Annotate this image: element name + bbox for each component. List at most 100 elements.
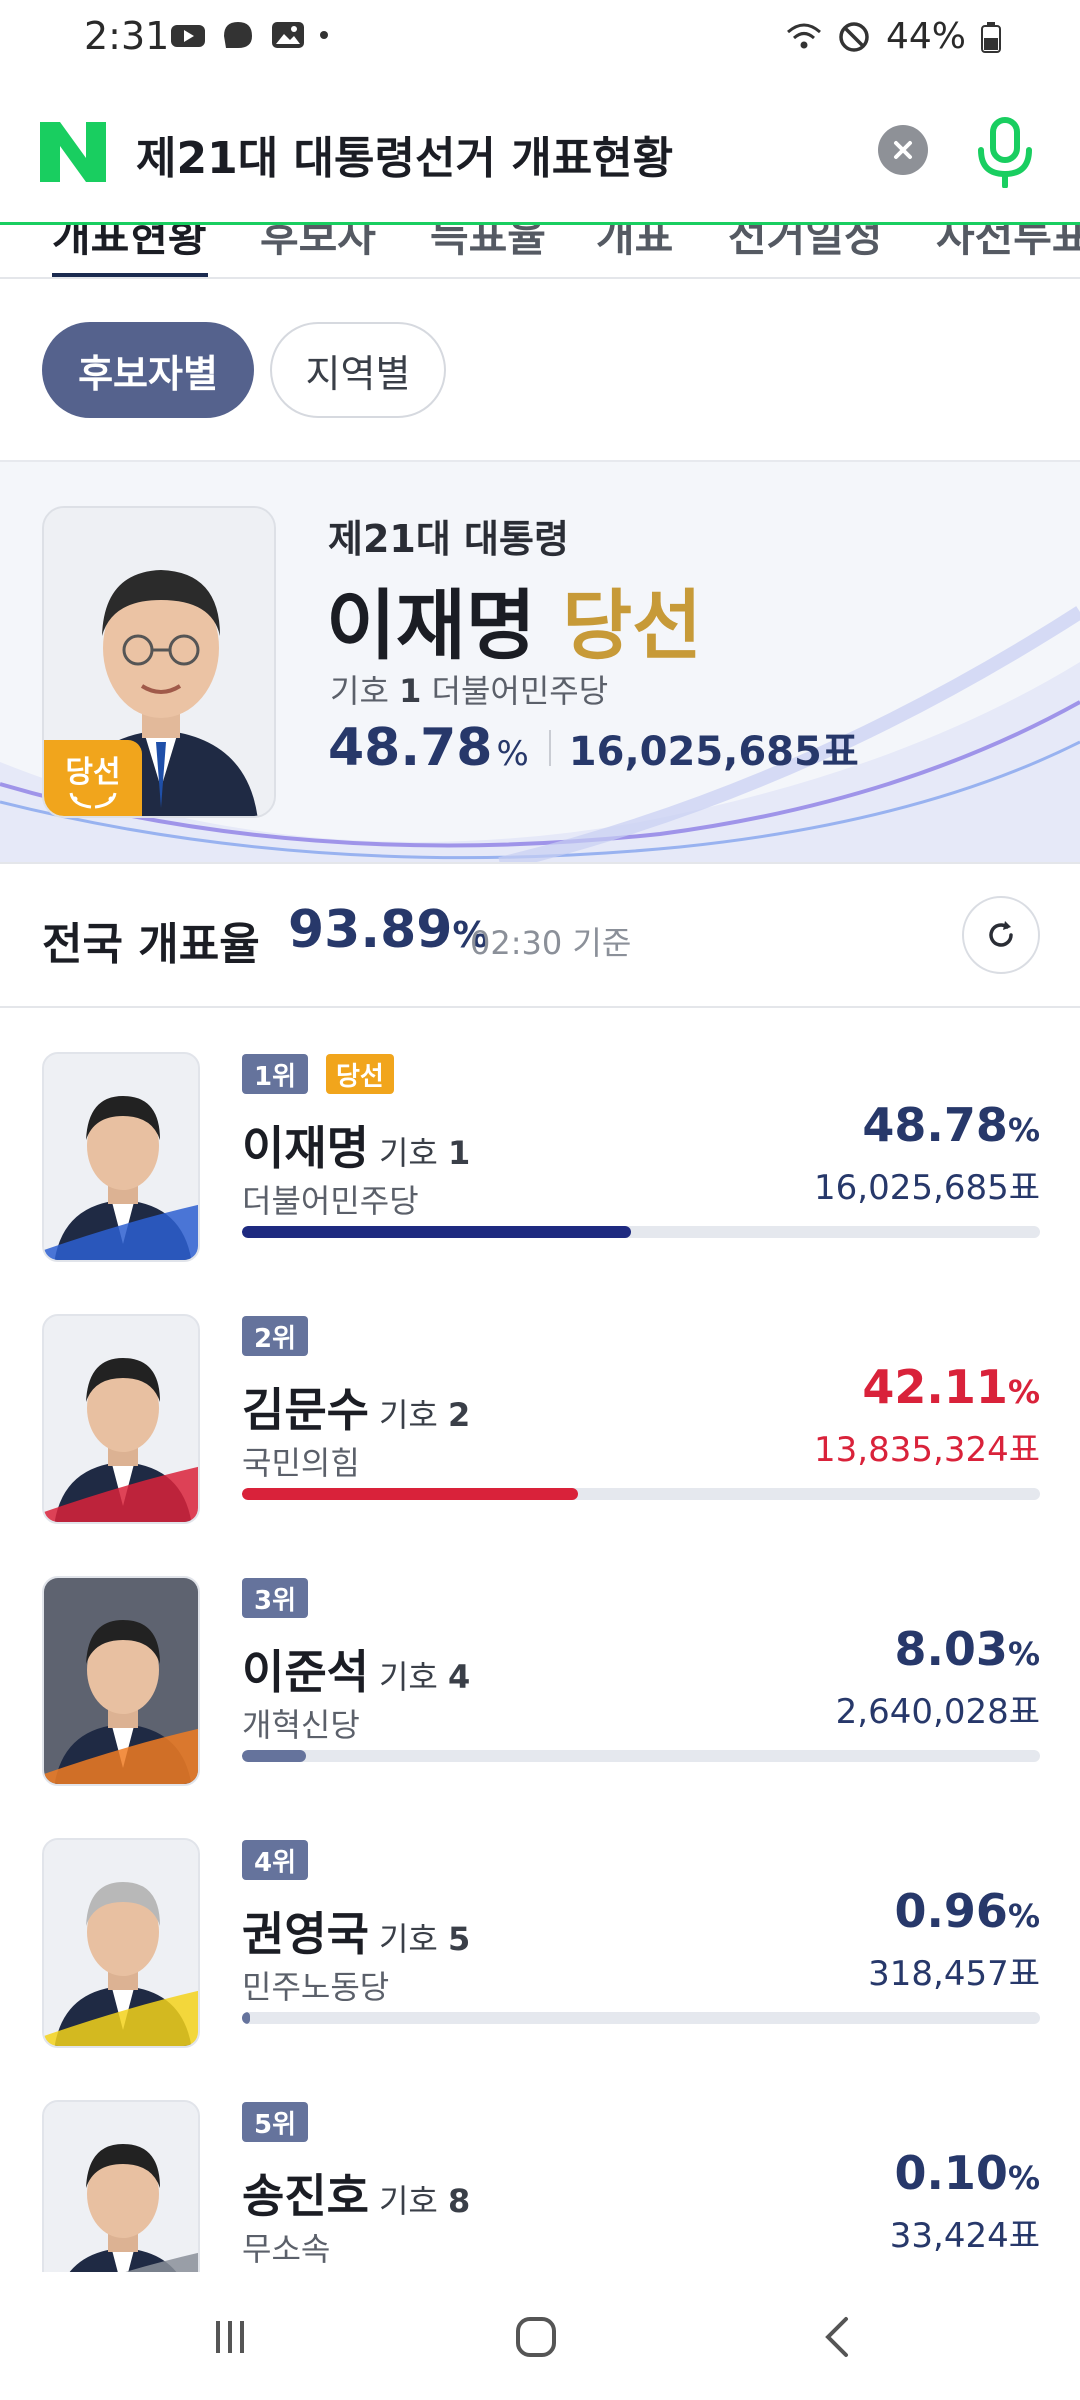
candidate-percent: 0.96% — [894, 1884, 1040, 1938]
candidate-name: 이준석 — [242, 1645, 369, 1699]
winner-percent-unit: % — [496, 734, 529, 774]
status-time: 2:31 — [84, 14, 170, 58]
rank-badge: 1위 — [242, 1054, 309, 1094]
clear-search-button[interactable] — [878, 125, 928, 175]
count-rate-label: 전국 개표율 — [42, 919, 260, 970]
candidate-number: 기호 2 — [379, 1396, 470, 1434]
vote-share-fill — [242, 1488, 579, 1500]
filter-by-region[interactable]: 지역별 — [270, 322, 446, 418]
active-tab-indicator — [52, 273, 208, 277]
candidate-row[interactable]: 3위이준석 기호 4 개혁신당 8.03% 2,640,028표 — [0, 1534, 1080, 1796]
youtube-icon — [171, 25, 205, 47]
candidate-votes: 318,457표 — [868, 1954, 1040, 1994]
tab-vote-rate[interactable]: 득표율 — [430, 225, 546, 264]
recent-apps-icon — [216, 2321, 244, 2353]
candidate-votes: 2,640,028표 — [835, 1692, 1040, 1732]
candidate-name: 권영국 — [242, 1907, 369, 1961]
tab-counting[interactable]: 개표 — [596, 225, 673, 264]
search-bar: 제21대 대통령선거 개표현황 — [0, 80, 1080, 225]
tab-count-status[interactable]: 개표현황 — [52, 225, 207, 264]
candidate-portrait-image — [44, 1578, 198, 1784]
candidate-name-line: 이준석 기호 4 — [242, 1636, 470, 1702]
count-rate-number: 93.89 — [288, 900, 453, 960]
rank-badge: 4위 — [242, 1840, 309, 1880]
search-input[interactable]: 제21대 대통령선거 개표현황 — [136, 122, 673, 186]
winner-party: 더불어민주당 — [431, 672, 609, 710]
winner-stats: 48.78 % 16,025,685표 — [328, 718, 859, 778]
candidate-percent-value: 8.03 — [894, 1622, 1008, 1676]
recent-apps-button[interactable] — [180, 2302, 280, 2372]
candidate-name-line: 권영국 기호 5 — [242, 1898, 470, 1964]
candidate-portrait-image — [44, 1054, 198, 1260]
candidate-percent: 42.11% — [862, 1360, 1040, 1414]
wifi-icon — [786, 23, 821, 48]
battery-percent: 44% — [885, 16, 966, 57]
winner-photo-badge: 당선 — [44, 740, 142, 816]
candidate-votes: 33,424표 — [889, 2216, 1040, 2256]
candidate-number-value: 1 — [448, 1134, 471, 1172]
rank-badge: 3위 — [242, 1578, 309, 1618]
threads-icon — [224, 22, 252, 48]
winner-banner: 당선 제21대 대통령 이재명 당선 기호 1 더불어민주당 48.78 % 1… — [0, 460, 1080, 862]
candidate-percent-unit: % — [1007, 1897, 1040, 1935]
tab-schedule[interactable]: 선거일정 — [728, 225, 883, 264]
filter-by-candidate[interactable]: 후보자별 — [42, 322, 254, 418]
candidate-percent-value: 0.10 — [894, 2146, 1008, 2200]
laurel-icon — [69, 792, 117, 809]
candidate-row[interactable]: 1위 당선 이재명 기호 1 더불어민주당 48.78% 16,025,685표 — [0, 1010, 1080, 1272]
candidate-row[interactable]: 4위 권영국 기호 5 민주노동당 0.96% 318,457표 — [0, 1796, 1080, 2058]
candidate-percent-unit: % — [1007, 1635, 1040, 1673]
candidate-number-value: 5 — [448, 1920, 471, 1958]
candidate-percent: 48.78% — [862, 1098, 1040, 1152]
candidate-number-label: 기호 — [378, 1920, 438, 1958]
candidate-party: 개혁신당 — [242, 1706, 360, 1744]
candidate-portrait-image — [44, 1840, 198, 2046]
home-button[interactable] — [486, 2302, 586, 2372]
winner-name: 이재명 — [326, 581, 536, 670]
candidate-name-line: 이재명 기호 1 — [242, 1112, 470, 1178]
more-notifications-dot — [320, 31, 328, 39]
candidate-party: 무소속 — [242, 2230, 331, 2268]
candidate-votes: 16,025,685표 — [814, 1168, 1040, 1208]
candidate-name: 김문수 — [242, 1383, 369, 1437]
candidate-percent-value: 42.11 — [862, 1360, 1008, 1414]
winner-photo-badge-text: 당선 — [65, 755, 121, 790]
microphone-icon[interactable] — [970, 116, 1040, 188]
close-icon — [894, 141, 912, 159]
refresh-icon — [989, 921, 1013, 947]
candidate-percent: 0.10% — [894, 2146, 1040, 2200]
candidate-name-line: 송진호 기호 8 — [242, 2160, 470, 2226]
refresh-button[interactable] — [962, 896, 1040, 974]
candidate-row[interactable]: 2위 김문수 기호 2 국민의힘 42.11% 13,835,324표 — [0, 1272, 1080, 1534]
candidate-party: 국민의힘 — [242, 1444, 360, 1482]
winner-name-line: 이재명 당선 — [326, 564, 702, 674]
tab-early-voting[interactable]: 사전투표 — [936, 225, 1080, 264]
count-rate-row: 전국 개표율 93.89% 02:30 기준 — [0, 862, 1080, 1008]
candidate-photo — [42, 1838, 200, 2048]
tab-bar: 개표현황 후보자 득표율 개표 선거일정 사전투표 — [0, 225, 1080, 279]
candidate-number: 기호 8 — [379, 2182, 470, 2220]
divider — [548, 730, 551, 766]
candidate-name-line: 김문수 기호 2 — [242, 1374, 470, 1440]
winner-votes: 16,025,685표 — [568, 729, 859, 775]
count-rate-value: 93.89% — [288, 900, 489, 960]
tab-candidates[interactable]: 후보자 — [260, 225, 376, 264]
vote-share-bar — [242, 2012, 1040, 2024]
gallery-icon — [272, 22, 304, 48]
candidate-number: 기호 4 — [379, 1658, 470, 1696]
notification-icons — [170, 18, 328, 52]
rank-badge: 2위 — [242, 1316, 309, 1356]
system-icons: 44% — [786, 16, 1002, 57]
candidate-percent-unit: % — [1007, 1373, 1040, 1411]
home-icon — [516, 2317, 556, 2357]
naver-logo-icon[interactable] — [40, 122, 106, 182]
candidate-name: 송진호 — [242, 2169, 369, 2223]
candidate-number-label: 기호 — [378, 1658, 438, 1696]
winner-status: 당선 — [562, 581, 703, 670]
back-button[interactable] — [788, 2302, 888, 2372]
candidate-party: 민주노동당 — [242, 1968, 390, 2006]
winner-number: 1 — [399, 672, 422, 710]
candidate-number: 기호 5 — [379, 1920, 470, 1958]
candidate-photo — [42, 1314, 200, 1524]
candidate-portrait-image — [44, 1316, 198, 1522]
